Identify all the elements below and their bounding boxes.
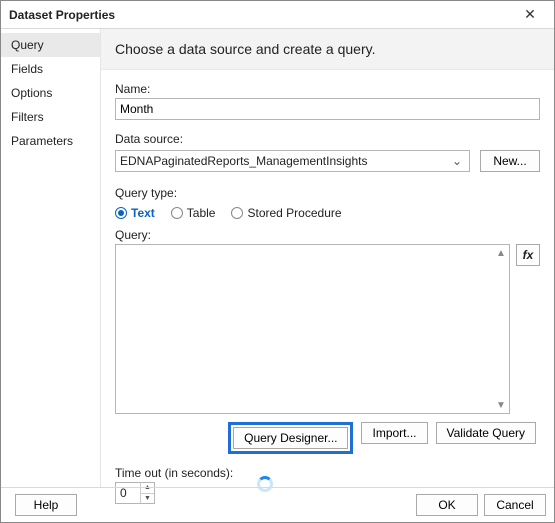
query-designer-highlight: Query Designer... <box>228 422 353 454</box>
radio-text[interactable]: Text <box>115 206 155 220</box>
title-bar: Dataset Properties ✕ <box>1 1 554 29</box>
query-label: Query: <box>115 228 540 242</box>
name-input[interactable] <box>115 98 540 120</box>
ok-button[interactable]: OK <box>416 494 478 516</box>
radio-icon <box>171 207 183 219</box>
window-title: Dataset Properties <box>9 8 115 22</box>
page-heading: Choose a data source and create a query. <box>101 29 554 70</box>
scroll-up-icon[interactable]: ▲ <box>494 246 508 260</box>
query-designer-button[interactable]: Query Designer... <box>233 427 348 449</box>
chevron-down-icon: ⌄ <box>449 154 465 168</box>
close-icon[interactable]: ✕ <box>512 4 548 26</box>
radio-icon <box>115 207 127 219</box>
radio-storedproc[interactable]: Stored Procedure <box>231 206 341 220</box>
new-datasource-button[interactable]: New... <box>480 150 540 172</box>
query-textarea[interactable]: ▲ ▼ <box>115 244 510 414</box>
expression-button[interactable]: fx <box>516 244 540 266</box>
dialog-footer: Help OK Cancel <box>1 487 554 522</box>
help-button[interactable]: Help <box>15 494 77 516</box>
querytype-label: Query type: <box>115 186 540 200</box>
sidebar-item-query[interactable]: Query <box>1 33 100 57</box>
sidebar-item-filters[interactable]: Filters <box>1 105 100 129</box>
timeout-label: Time out (in seconds): <box>115 466 233 480</box>
scroll-down-icon[interactable]: ▼ <box>494 398 508 412</box>
sidebar-item-options[interactable]: Options <box>1 81 100 105</box>
sidebar: Query Fields Options Filters Parameters <box>1 29 101 487</box>
cancel-button[interactable]: Cancel <box>484 494 546 516</box>
name-label: Name: <box>115 82 540 96</box>
import-button[interactable]: Import... <box>361 422 427 444</box>
sidebar-item-parameters[interactable]: Parameters <box>1 129 100 153</box>
radio-icon <box>231 207 243 219</box>
datasource-value: EDNAPaginatedReports_ManagementInsights <box>120 154 449 168</box>
radio-table[interactable]: Table <box>171 206 216 220</box>
sidebar-item-fields[interactable]: Fields <box>1 57 100 81</box>
datasource-combo[interactable]: EDNAPaginatedReports_ManagementInsights … <box>115 150 470 172</box>
validate-query-button[interactable]: Validate Query <box>436 422 537 444</box>
datasource-label: Data source: <box>115 132 540 146</box>
